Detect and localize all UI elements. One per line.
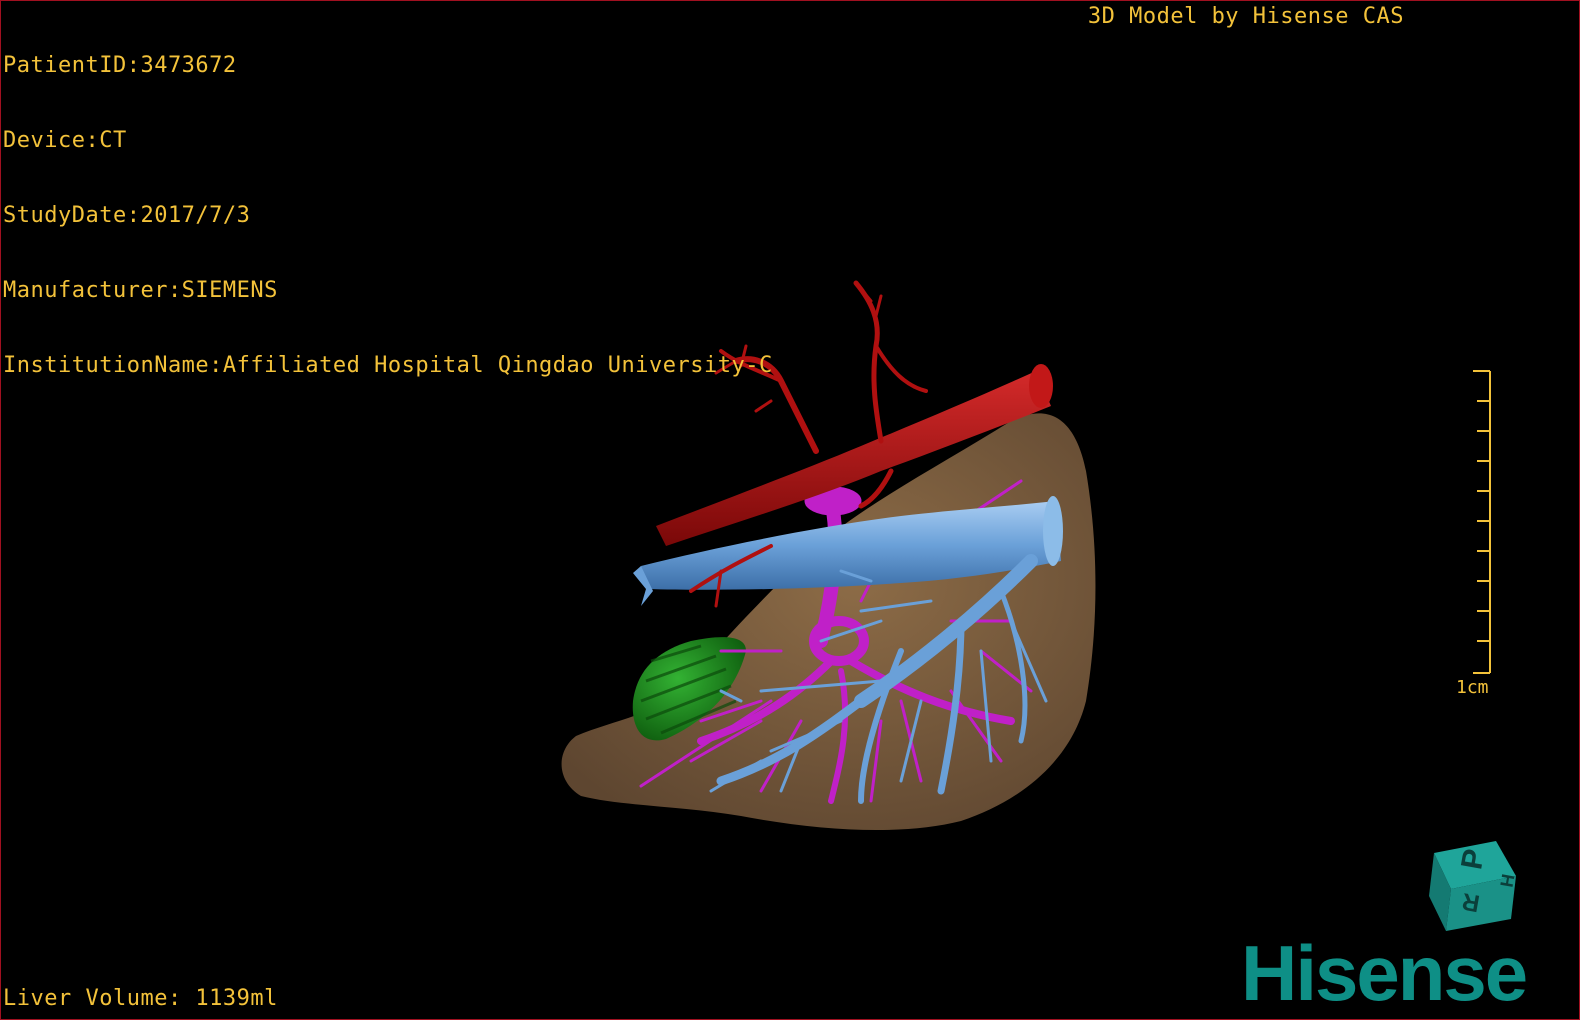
manufacturer-text: Manufacturer:SIEMENS xyxy=(3,278,278,303)
dicom-info-panel: PatientID:3473672 Device:CT StudyDate:20… xyxy=(3,3,773,428)
model-brand-caption: 3D Model by Hisense CAS xyxy=(1087,4,1404,29)
3d-viewport[interactable]: P R H PatientID:3473672 Device:CT StudyD… xyxy=(0,0,1580,1020)
liver-volume-text: Liver Volume: 1139ml xyxy=(3,986,278,1011)
study-date-text: StudyDate:2017/7/3 xyxy=(3,203,251,228)
scale-bar xyxy=(1473,370,1491,674)
orientation-cube[interactable]: P R H xyxy=(1429,841,1518,931)
patient-id-text: PatientID:3473672 xyxy=(3,53,237,78)
institution-text: InstitutionName:Affiliated Hospital Qing… xyxy=(3,353,773,378)
hisense-logo: Hisense xyxy=(1241,929,1528,1017)
scale-bar-label: 1cm xyxy=(1456,677,1489,698)
device-text: Device:CT xyxy=(3,128,127,153)
